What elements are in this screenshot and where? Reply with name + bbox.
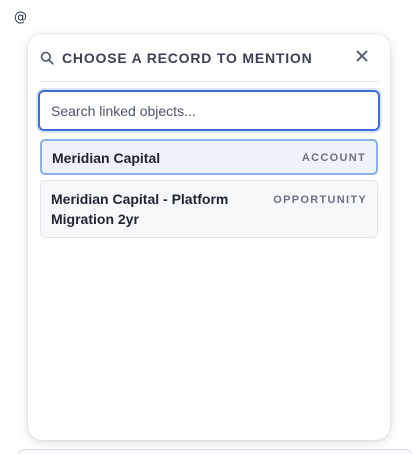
result-type-badge: OPPORTUNITY	[273, 194, 367, 206]
mention-popover: CHOOSE A RECORD TO MENTION Meridian Capi…	[28, 34, 390, 440]
list-item[interactable]: Meridian Capital - Platform Migration 2y…	[40, 180, 378, 238]
result-list: Meridian Capital ACCOUNT Meridian Capita…	[40, 139, 378, 243]
close-icon	[356, 49, 368, 67]
underlying-panel-edge	[18, 449, 412, 454]
popover-title: CHOOSE A RECORD TO MENTION	[62, 49, 313, 66]
popover-header: CHOOSE A RECORD TO MENTION	[40, 34, 378, 82]
mention-trigger-text: @	[14, 10, 27, 25]
result-type-badge: ACCOUNT	[301, 152, 366, 164]
mention-stage: @ CHOOSE A RECORD TO MENTION Search link…	[0, 0, 412, 454]
search-icon	[40, 50, 56, 66]
list-item[interactable]: Meridian Capital ACCOUNT	[40, 139, 378, 175]
search-input[interactable]	[38, 90, 380, 131]
result-name: Meridian Capital - Platform Migration 2y…	[51, 191, 229, 227]
close-button[interactable]	[352, 48, 372, 68]
result-name: Meridian Capital	[52, 150, 161, 166]
